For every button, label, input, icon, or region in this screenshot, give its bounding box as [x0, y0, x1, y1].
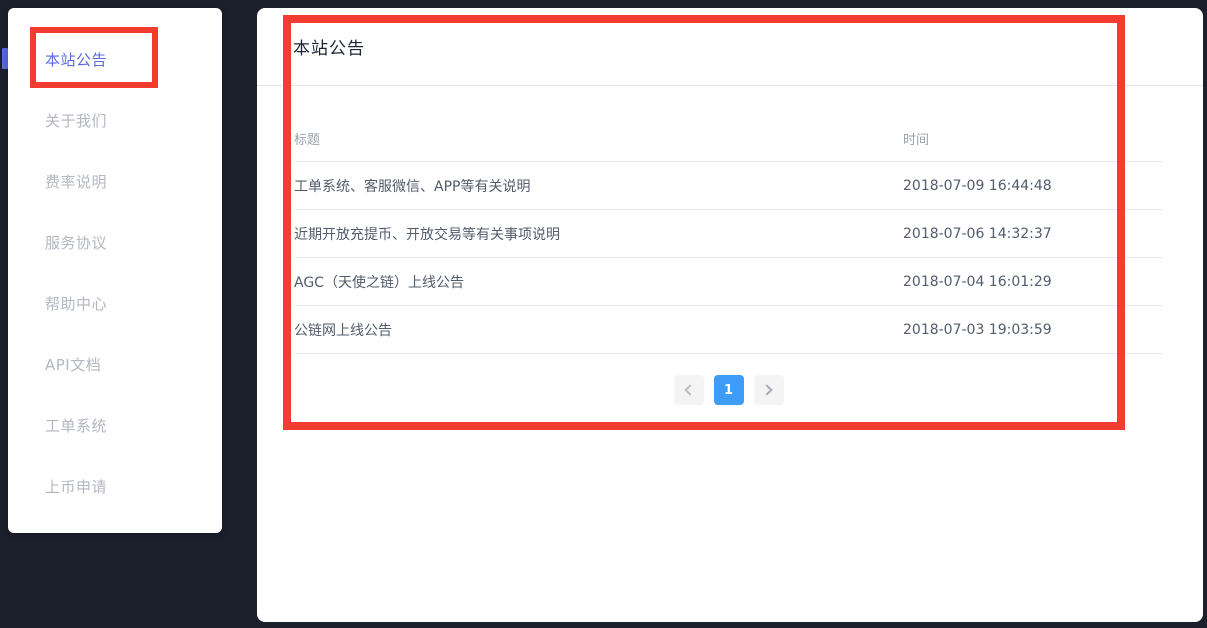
table-row[interactable]: 公链网上线公告 2018-07-03 19:03:59 [294, 306, 1163, 354]
column-header-time: 时间 [903, 129, 1163, 148]
table-row[interactable]: 近期开放充提币、开放交易等有关事项说明 2018-07-06 14:32:37 [294, 210, 1163, 258]
sidebar-item-service-agreement[interactable]: 服务协议 [8, 212, 222, 273]
announcement-title[interactable]: 近期开放充提币、开放交易等有关事项说明 [294, 224, 903, 244]
chevron-right-icon [761, 384, 772, 395]
sidebar-item-api-docs[interactable]: API文档 [8, 334, 222, 395]
table-row[interactable]: AGC（天使之链）上线公告 2018-07-04 16:01:29 [294, 258, 1163, 306]
table-header-row: 标题 时间 [294, 115, 1163, 162]
sidebar-item-site-announcements[interactable]: 本站公告 [8, 29, 222, 90]
sidebar: 本站公告 关于我们 费率说明 服务协议 帮助中心 API文档 工单系统 上币申请 [8, 8, 222, 533]
pagination-prev-button[interactable] [674, 375, 704, 405]
sidebar-item-ticket-system[interactable]: 工单系统 [8, 395, 222, 456]
announcement-time: 2018-07-03 19:03:59 [903, 322, 1163, 338]
announcement-time: 2018-07-06 14:32:37 [903, 226, 1163, 242]
pagination: 1 [294, 375, 1163, 405]
sidebar-item-about-us[interactable]: 关于我们 [8, 90, 222, 151]
announcement-time: 2018-07-04 16:01:29 [903, 274, 1163, 290]
announcements-panel: 本站公告 标题 时间 工单系统、客服微信、APP等有关说明 2018-07-09… [257, 8, 1203, 622]
table-row[interactable]: 工单系统、客服微信、APP等有关说明 2018-07-09 16:44:48 [294, 162, 1163, 210]
panel-header: 本站公告 [257, 8, 1203, 86]
page-title: 本站公告 [293, 34, 365, 59]
column-header-title: 标题 [294, 129, 903, 148]
sidebar-item-help-center[interactable]: 帮助中心 [8, 273, 222, 334]
sidebar-item-listing-application[interactable]: 上币申请 [8, 456, 222, 517]
announcements-table: 标题 时间 工单系统、客服微信、APP等有关说明 2018-07-09 16:4… [294, 115, 1163, 354]
announcement-title[interactable]: AGC（天使之链）上线公告 [294, 272, 903, 292]
sidebar-item-fee-description[interactable]: 费率说明 [8, 151, 222, 212]
announcement-time: 2018-07-09 16:44:48 [903, 178, 1163, 194]
announcement-title[interactable]: 工单系统、客服微信、APP等有关说明 [294, 176, 903, 196]
chevron-left-icon [684, 384, 695, 395]
pagination-page-1[interactable]: 1 [714, 375, 744, 405]
pagination-next-button[interactable] [754, 375, 784, 405]
announcement-title[interactable]: 公链网上线公告 [294, 320, 903, 340]
sidebar-menu: 本站公告 关于我们 费率说明 服务协议 帮助中心 API文档 工单系统 上币申请 [8, 8, 222, 517]
